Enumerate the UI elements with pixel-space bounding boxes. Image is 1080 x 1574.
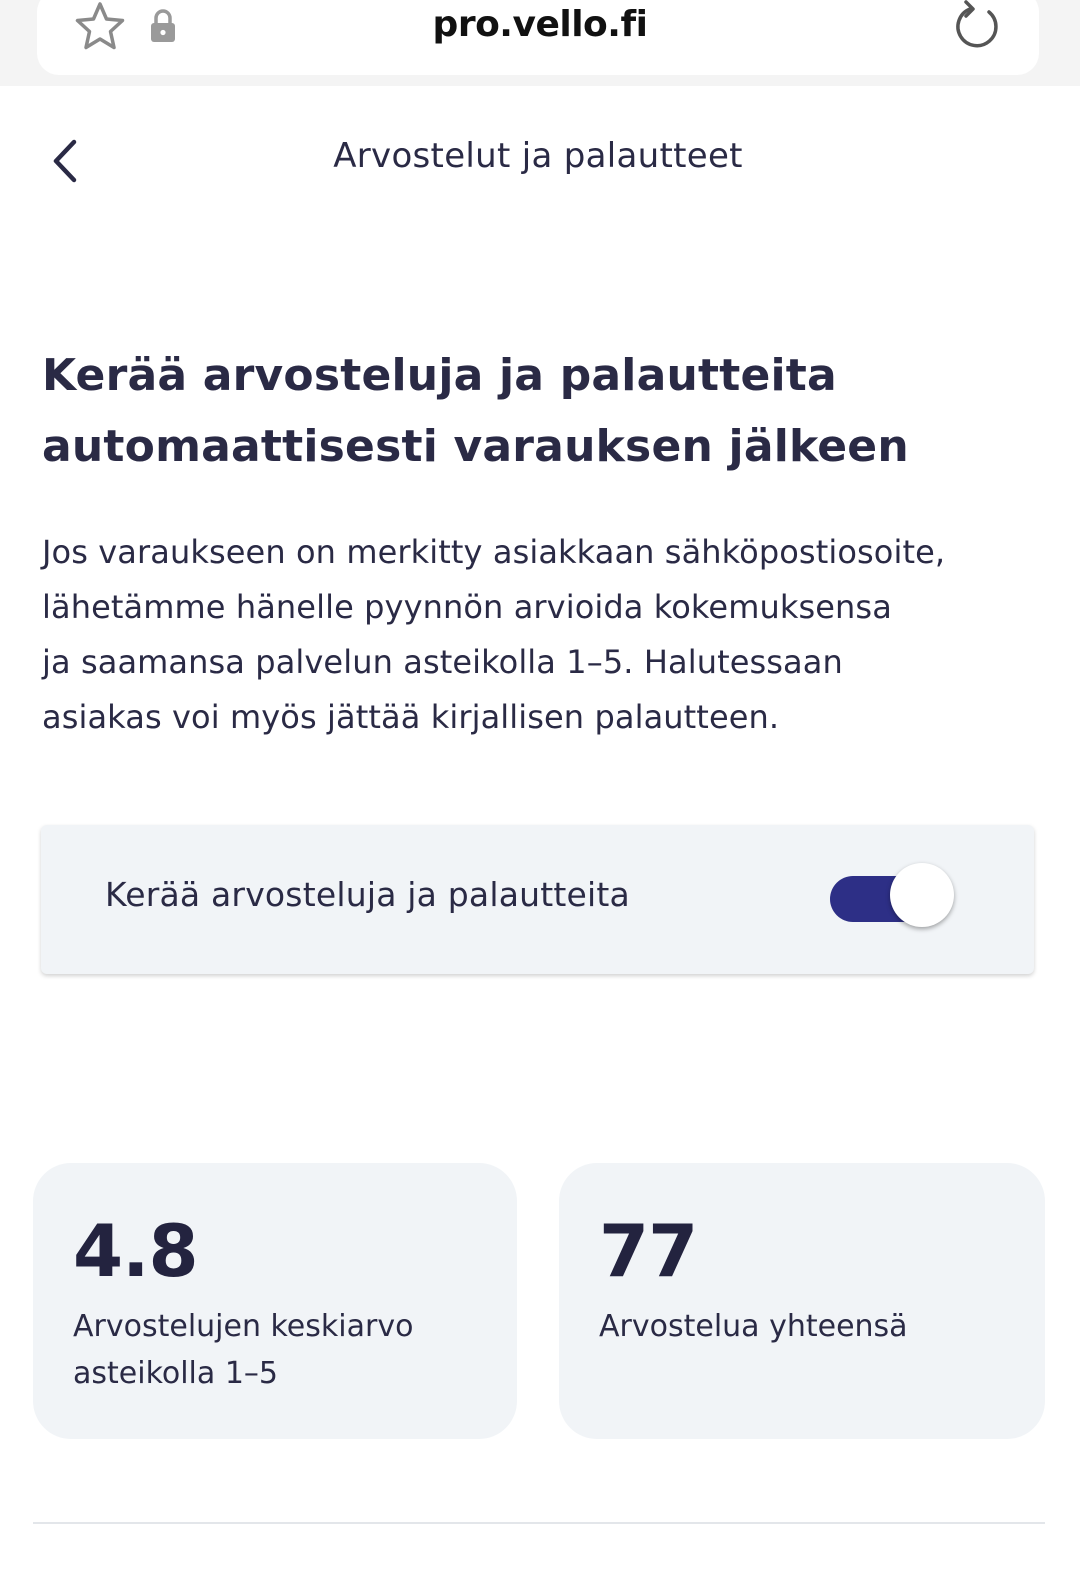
page-title: Arvostelut ja palautteet bbox=[333, 136, 743, 176]
stat-label-line: Arvostelua yhteensä bbox=[599, 1309, 908, 1344]
headline-line: automaattisesti varauksen jälkeen bbox=[42, 421, 909, 472]
total-reviews-label: Arvostelua yhteensä bbox=[599, 1303, 1019, 1350]
collect-reviews-label: Kerää arvosteluja ja palautteita bbox=[105, 875, 630, 914]
browser-address-bar: pro.vello.fi bbox=[0, 0, 1080, 86]
total-reviews-value: 77 bbox=[599, 1209, 698, 1293]
headline-line: Kerää arvosteluja ja palautteita bbox=[42, 350, 837, 401]
section-description: Jos varaukseen on merkitty asiakkaan säh… bbox=[42, 525, 1032, 745]
description-line: lähetämme hänelle pyynnön arvioida kokem… bbox=[42, 588, 892, 626]
description-line: ja saamansa palvelun asteikolla 1–5. Hal… bbox=[42, 643, 843, 681]
page-header: Arvostelut ja palautteet bbox=[0, 118, 1080, 204]
description-line: Jos varaukseen on merkitty asiakkaan säh… bbox=[42, 533, 946, 571]
section-headline: Kerää arvosteluja ja palautteita automaa… bbox=[42, 340, 1032, 482]
stat-label-line: asteikolla 1–5 bbox=[73, 1356, 278, 1391]
url-text[interactable]: pro.vello.fi bbox=[0, 4, 1080, 45]
total-reviews-card: 77 Arvostelua yhteensä bbox=[559, 1163, 1045, 1439]
description-line: asiakas voi myös jättää kirjallisen pala… bbox=[42, 698, 780, 736]
collect-reviews-toggle[interactable] bbox=[830, 863, 954, 927]
reload-icon[interactable] bbox=[948, 0, 1004, 54]
average-rating-card: 4.8 Arvostelujen keskiarvo asteikolla 1–… bbox=[33, 1163, 517, 1439]
stat-label-line: Arvostelujen keskiarvo bbox=[73, 1309, 414, 1344]
average-rating-value: 4.8 bbox=[73, 1209, 199, 1293]
collect-reviews-setting: Kerää arvosteluja ja palautteita bbox=[41, 825, 1034, 974]
toggle-knob bbox=[890, 863, 954, 927]
average-rating-label: Arvostelujen keskiarvo asteikolla 1–5 bbox=[73, 1303, 493, 1397]
divider bbox=[33, 1522, 1045, 1524]
